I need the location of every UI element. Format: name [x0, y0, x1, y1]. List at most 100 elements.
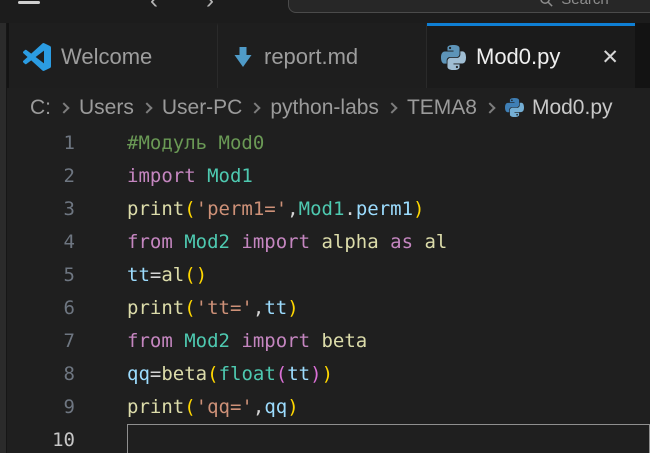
command-center-search[interactable]: Search	[288, 0, 650, 13]
breadcrumb-item[interactable]: python-labs	[270, 96, 379, 120]
code-token: Mod1	[299, 198, 345, 220]
navigate-back-icon[interactable]: ‹	[150, 0, 158, 15]
code-token: 'qq='	[196, 396, 253, 418]
code-token: print	[127, 396, 184, 418]
chevron-right-icon	[58, 102, 69, 113]
breadcrumb: C: Users User-PC python-labs TEMA8 Mod0.py	[0, 88, 650, 127]
code-line[interactable]: 3 print('perm1=',Mod1.perm1)	[0, 193, 650, 226]
code-token: print	[127, 297, 184, 319]
code-token: perm1	[356, 198, 413, 220]
code-token: ,	[253, 297, 264, 319]
chevron-right-icon	[141, 102, 152, 113]
code-token: (	[184, 264, 195, 286]
line-number: 8	[0, 358, 75, 391]
code-content[interactable]: print('tt=',tt)	[127, 292, 650, 325]
code-token: 'perm1='	[196, 198, 288, 220]
menu-hamburger-icon[interactable]	[18, 1, 40, 4]
code-content[interactable]: from Mod2 import alpha as al	[127, 226, 650, 259]
breadcrumb-file[interactable]: Mod0.py	[505, 96, 613, 120]
code-token: )	[287, 396, 298, 418]
code-token: )	[310, 363, 321, 385]
line-number: 1	[0, 127, 75, 160]
code-token: import	[241, 330, 321, 352]
code-token: qq	[264, 396, 287, 418]
line-number: 10	[0, 424, 75, 453]
code-line[interactable]: 7 from Mod2 import beta	[0, 325, 650, 358]
code-token: tt	[127, 264, 150, 286]
code-token: from	[127, 231, 184, 253]
code-line[interactable]: 9 print('qq=',qq)	[0, 391, 650, 424]
code-token: from	[127, 330, 184, 352]
search-label: Search	[561, 0, 609, 8]
window-left-edge	[0, 23, 7, 453]
code-token: Mod2	[184, 330, 241, 352]
code-content[interactable]: from Mod2 import beta	[127, 325, 650, 358]
code-token: (	[276, 363, 287, 385]
code-token: alpha	[321, 231, 390, 253]
python-icon	[505, 98, 524, 117]
code-token: beta	[161, 363, 207, 385]
line-number: 9	[0, 391, 75, 424]
code-line[interactable]: 4 from Mod2 import alpha as al	[0, 226, 650, 259]
navigate-forward-icon[interactable]: ›	[206, 0, 214, 15]
tab-label: Mod0.py	[476, 44, 560, 70]
code-line[interactable]: 8 qq=beta(float(tt))	[0, 358, 650, 391]
code-token: tt	[264, 297, 287, 319]
code-line[interactable]: 10	[0, 424, 650, 453]
code-line[interactable]: 6print('tt=',tt)	[0, 292, 650, 325]
code-token: )	[196, 264, 207, 286]
code-content[interactable]: print('perm1=',Mod1.perm1)	[127, 193, 650, 226]
code-token: print	[127, 198, 184, 220]
line-number: 7	[0, 325, 75, 358]
chevron-right-icon	[386, 102, 397, 113]
tab-mod0-py[interactable]: Mod0.py ✕	[427, 23, 635, 88]
tab-label: Welcome	[61, 44, 152, 70]
code-content[interactable]: qq=beta(float(tt))	[127, 358, 650, 391]
code-token: (	[184, 297, 195, 319]
code-token: al	[424, 231, 447, 253]
title-bar: ‹ › Search	[0, 0, 650, 23]
code-content[interactable]: print('qq=',qq)	[127, 391, 650, 424]
chevron-right-icon	[250, 102, 261, 113]
line-number: 3	[0, 193, 75, 226]
code-token: 'tt='	[196, 297, 253, 319]
breadcrumb-items: C: Users User-PC python-labs TEMA8	[30, 96, 505, 120]
breadcrumb-item[interactable]: TEMA8	[407, 96, 477, 120]
code-token: (	[184, 198, 195, 220]
tab-label: report.md	[264, 44, 358, 70]
code-token: .	[344, 198, 355, 220]
code-editor[interactable]: 1#Модуль Mod02import Mod13print('perm1='…	[0, 127, 650, 453]
editor-tab-bar: Welcome report.md Mod0.py ✕	[0, 23, 650, 88]
code-content[interactable]: #Модуль Mod0	[127, 127, 650, 160]
code-line[interactable]: 1 #Модуль Mod0	[0, 127, 650, 160]
code-token: )	[322, 363, 333, 385]
code-token: ,	[287, 198, 298, 220]
code-token: Mod2	[184, 231, 241, 253]
chevron-right-icon	[484, 102, 495, 113]
python-icon	[441, 45, 466, 70]
code-token: as	[390, 231, 424, 253]
code-token: =	[150, 363, 161, 385]
code-content[interactable]: import Mod1	[127, 160, 650, 193]
tab-report-md[interactable]: report.md	[218, 23, 427, 88]
code-token: ,	[253, 396, 264, 418]
code-content[interactable]: tt=al()	[127, 259, 650, 292]
code-line[interactable]: 2import Mod1	[0, 160, 650, 193]
breadcrumb-file-label: Mod0.py	[532, 96, 613, 120]
code-token: import	[127, 165, 207, 187]
code-line[interactable]: 5tt=al()	[0, 259, 650, 292]
breadcrumb-item[interactable]: User-PC	[162, 96, 243, 120]
search-icon	[539, 0, 554, 8]
breadcrumb-item[interactable]: C:	[30, 96, 51, 120]
code-token: (	[184, 396, 195, 418]
tab-welcome[interactable]: Welcome	[9, 23, 218, 88]
code-token: =	[150, 264, 161, 286]
code-content[interactable]	[127, 424, 650, 453]
code-token: (	[207, 363, 218, 385]
code-token: import	[241, 231, 321, 253]
breadcrumb-item[interactable]: Users	[79, 96, 134, 120]
code-token: Mod1	[207, 165, 253, 187]
line-number: 4	[0, 226, 75, 259]
code-token: #Модуль Mod0	[127, 132, 264, 154]
close-tab-icon[interactable]: ✕	[601, 47, 619, 68]
